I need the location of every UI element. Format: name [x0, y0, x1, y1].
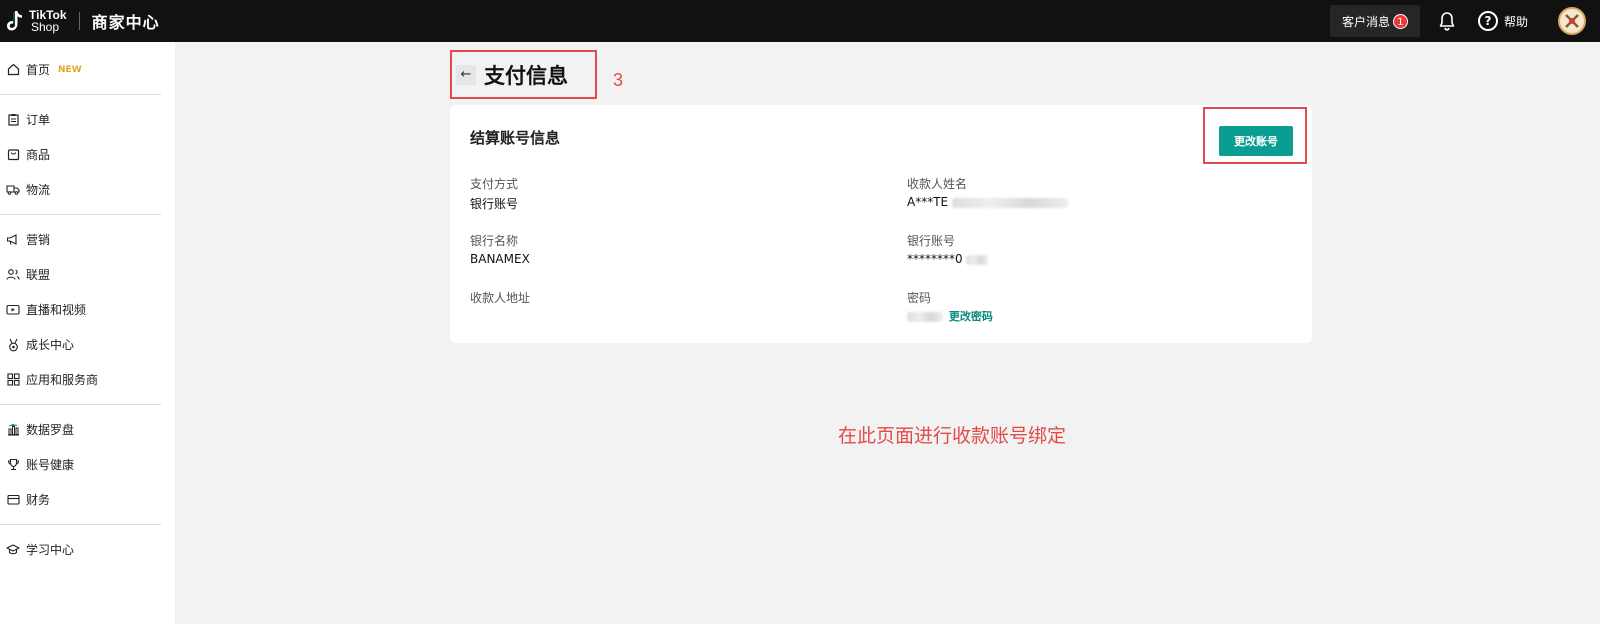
sidebar-item-label: 订单	[26, 113, 51, 127]
sidebar-item-label: 学习中心	[26, 543, 75, 557]
masked-text	[951, 197, 1068, 208]
truck-icon	[6, 183, 20, 197]
password-field: 更改密码	[907, 308, 993, 324]
bank-name-value: BANAMEX	[470, 252, 530, 266]
clipboard-icon	[6, 113, 20, 127]
sidebar-divider	[0, 404, 161, 405]
wallet-icon	[6, 493, 20, 507]
page-header-highlight: ← 支付信息	[450, 50, 597, 99]
bank-name-label: 银行名称	[470, 234, 519, 248]
sidebar-item-affiliate[interactable]: 联盟	[0, 257, 175, 292]
sidebar-item-growth[interactable]: 成长中心	[0, 327, 175, 362]
page-title: 支付信息	[484, 63, 568, 88]
bottom-annotation: 在此页面进行收款账号绑定	[838, 425, 1067, 447]
help-icon: ?	[1477, 11, 1498, 31]
sidebar: 首页 NEW 订单 商品 物流 营销 联盟 直播和视频 成长中心 应用和服务商 …	[0, 42, 175, 624]
sidebar-item-data-compass[interactable]: 数据罗盘	[0, 412, 175, 447]
payee-name-value: A***TE	[907, 195, 949, 209]
tiktok-shop-logo[interactable]: TikTok Shop 商家中心	[6, 0, 160, 42]
sidebar-divider	[0, 524, 161, 525]
sidebar-item-label: 账号健康	[26, 458, 75, 472]
card-title: 结算账号信息	[470, 129, 561, 147]
home-icon	[6, 63, 20, 77]
change-account-highlight: 更改账号	[1203, 107, 1307, 164]
users-icon	[6, 268, 20, 282]
password-label: 密码	[907, 291, 932, 305]
page-edge	[1590, 42, 1600, 624]
step-annotation: 3	[613, 70, 624, 90]
sidebar-item-products[interactable]: 商品	[0, 137, 175, 172]
sidebar-divider	[0, 214, 161, 215]
megaphone-icon	[6, 233, 20, 247]
seller-center-title: 商家中心	[91, 13, 160, 32]
customer-messages-button[interactable]: 客户消息 1	[1329, 5, 1420, 37]
change-account-button[interactable]: 更改账号	[1219, 126, 1293, 156]
trophy-icon	[6, 458, 20, 472]
sidebar-item-finance[interactable]: 财务	[0, 482, 175, 517]
help-label: 帮助	[1503, 14, 1528, 29]
messages-count-badge: 1	[1392, 13, 1408, 29]
video-icon	[6, 303, 20, 317]
sidebar-item-label: 应用和服务商	[26, 373, 99, 387]
help-button[interactable]: ? 帮助	[1477, 11, 1528, 31]
new-badge: NEW	[58, 64, 82, 75]
grid-icon	[6, 373, 20, 387]
sidebar-item-learning[interactable]: 学习中心	[0, 532, 175, 567]
medal-icon	[6, 338, 20, 352]
payee-name-field: A***TE	[907, 195, 1068, 209]
bell-icon[interactable]	[1436, 10, 1458, 32]
logo-line2: Shop	[31, 20, 60, 34]
sidebar-item-label: 成长中心	[26, 338, 75, 352]
top-bar: TikTok Shop 商家中心 客户消息 1 ? 帮助	[0, 0, 1600, 42]
sidebar-item-logistics[interactable]: 物流	[0, 172, 175, 207]
sidebar-item-apps[interactable]: 应用和服务商	[0, 362, 175, 397]
sidebar-item-home[interactable]: 首页 NEW	[0, 52, 175, 87]
customer-messages-label: 客户消息	[1341, 14, 1390, 29]
sidebar-item-label: 营销	[26, 233, 51, 247]
back-arrow-icon[interactable]: ←	[456, 64, 476, 85]
sidebar-item-label: 物流	[26, 183, 51, 197]
box-icon	[6, 148, 20, 162]
bank-account-label: 银行账号	[907, 234, 956, 248]
logo-separator	[78, 12, 80, 30]
graduation-cap-icon	[6, 543, 20, 557]
sidebar-divider	[0, 94, 161, 95]
avatar[interactable]	[1558, 7, 1586, 35]
settlement-account-card: 结算账号信息 更改账号 支付方式 银行账号 收款人姓名 A***TE 银行名称 …	[450, 105, 1312, 343]
payment-method-label: 支付方式	[470, 177, 519, 191]
sidebar-item-label: 直播和视频	[26, 303, 87, 317]
sidebar-item-marketing[interactable]: 营销	[0, 222, 175, 257]
payee-address-label: 收款人地址	[470, 291, 531, 305]
masked-password	[907, 311, 943, 322]
tiktok-logo-icon	[6, 10, 24, 32]
sidebar-item-live-video[interactable]: 直播和视频	[0, 292, 175, 327]
payment-method-value: 银行账号	[470, 197, 519, 211]
sidebar-item-orders[interactable]: 订单	[0, 102, 175, 137]
masked-text	[966, 254, 989, 265]
bar-chart-icon	[6, 423, 20, 437]
bank-account-value: ********0	[907, 252, 963, 266]
change-password-link[interactable]: 更改密码	[949, 310, 993, 323]
sidebar-item-label: 财务	[26, 493, 51, 507]
sidebar-item-account-health[interactable]: 账号健康	[0, 447, 175, 482]
sidebar-item-label: 数据罗盘	[26, 423, 75, 437]
sidebar-item-label: 首页	[26, 63, 51, 77]
payee-name-label: 收款人姓名	[907, 177, 968, 191]
sidebar-item-label: 联盟	[26, 268, 51, 282]
bank-account-field: ********0	[907, 252, 989, 266]
sidebar-item-label: 商品	[26, 148, 51, 162]
